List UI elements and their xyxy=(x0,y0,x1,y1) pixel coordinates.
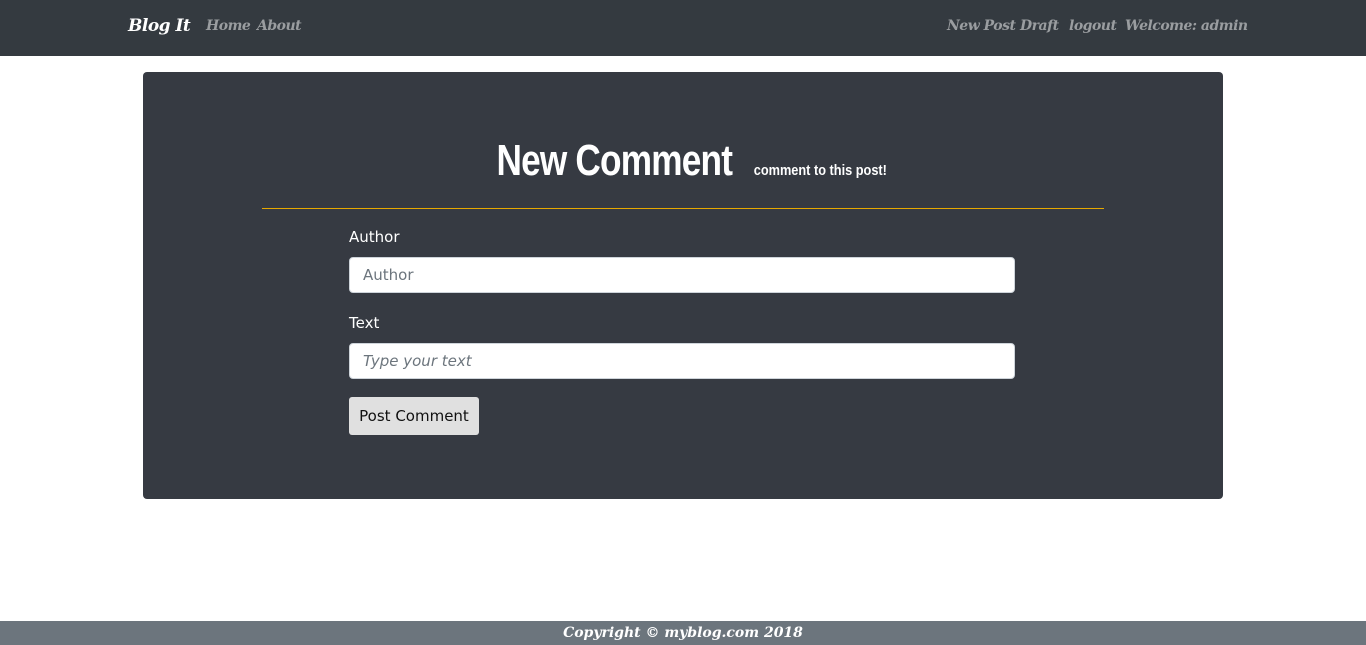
author-label: Author xyxy=(349,228,400,246)
navbar: Blog It Home About New Post Draft logout… xyxy=(0,0,1366,56)
page-title: New Comment comment to this post! xyxy=(143,136,1223,186)
nav-home[interactable]: Home xyxy=(206,18,251,34)
nav-draft[interactable]: Draft xyxy=(1020,18,1059,34)
title-text: New Comment xyxy=(496,136,733,185)
text-input[interactable] xyxy=(349,343,1015,379)
author-input[interactable] xyxy=(349,257,1015,293)
nav-about[interactable]: About xyxy=(257,18,302,34)
brand-link[interactable]: Blog It xyxy=(128,16,191,36)
nav-logout[interactable]: logout xyxy=(1069,18,1117,34)
divider xyxy=(262,208,1104,209)
nav-welcome: Welcome: admin xyxy=(1125,18,1248,34)
nav-new-post[interactable]: New Post xyxy=(947,18,1016,34)
footer: Copyright © myblog.com 2018 xyxy=(0,621,1366,645)
subtitle-text: comment to this post! xyxy=(753,162,887,179)
post-comment-button[interactable]: Post Comment xyxy=(349,397,479,435)
comment-form-card: New Comment comment to this post! Author … xyxy=(143,72,1223,499)
text-label: Text xyxy=(349,314,380,332)
